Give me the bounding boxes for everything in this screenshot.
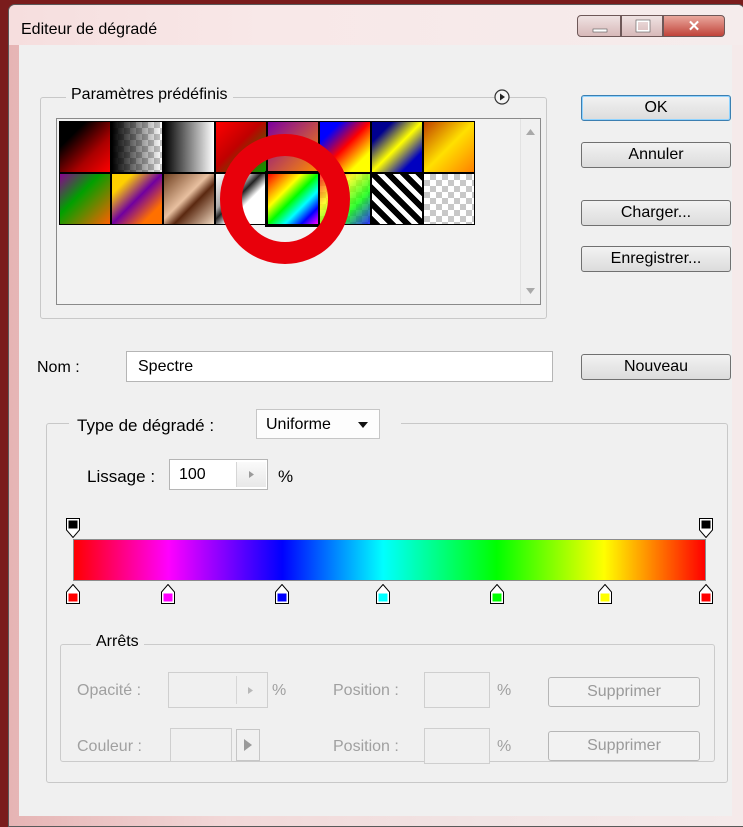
preset-swatch-transparent-rainbow[interactable] bbox=[163, 173, 215, 225]
title-bar[interactable]: Editeur de dégradé ✕ bbox=[9, 5, 743, 45]
color-stop-marker[interactable] bbox=[160, 584, 175, 604]
color-stop-marker[interactable] bbox=[66, 584, 80, 604]
gradient-type-label: Type de dégradé : bbox=[77, 416, 215, 435]
smoothness-slider-button[interactable] bbox=[236, 462, 266, 487]
minimize-icon bbox=[592, 28, 608, 33]
close-icon: ✕ bbox=[687, 18, 701, 35]
stops-legend: Arrêts bbox=[91, 633, 144, 651]
window-title: Editeur de dégradé bbox=[21, 21, 158, 38]
opacity-stop-marker[interactable] bbox=[66, 518, 80, 538]
color-stop-marker[interactable] bbox=[274, 584, 289, 604]
delete-color-stop-button[interactable]: Supprimer bbox=[548, 731, 700, 761]
preset-swatch-blue-yellow-blue[interactable] bbox=[371, 121, 423, 173]
small-arrow-right-icon bbox=[248, 687, 253, 694]
save-button[interactable]: Enregistrer... bbox=[581, 246, 731, 272]
load-button[interactable]: Charger... bbox=[581, 200, 731, 226]
preset-swatch-copper[interactable] bbox=[423, 121, 475, 173]
dialog-body: Paramètres prédéfinis OK Annuler Charger… bbox=[19, 45, 732, 816]
stops-group: Arrêts Opacité : % Position : % Supprime… bbox=[60, 633, 715, 764]
color-stop-marker[interactable] bbox=[490, 584, 505, 604]
gradient-type-row: Type de dégradé : Uniforme bbox=[69, 408, 401, 440]
arrow-right-icon bbox=[244, 739, 252, 751]
name-input-value: Spectre bbox=[138, 358, 194, 375]
gradient-type-value: Uniforme bbox=[266, 416, 331, 433]
presets-list bbox=[56, 118, 541, 305]
opacity-stop-marker[interactable] bbox=[699, 518, 713, 538]
presets-scrollbar[interactable] bbox=[520, 119, 540, 304]
color-stop-marker[interactable] bbox=[597, 584, 612, 604]
opacity-input[interactable] bbox=[168, 672, 268, 708]
chevron-down-icon bbox=[358, 422, 368, 428]
preset-swatch-foreground-to-transparent[interactable] bbox=[111, 121, 163, 173]
maximize-button[interactable] bbox=[621, 15, 663, 37]
preset-swatch-foreground-to-background[interactable] bbox=[59, 121, 111, 173]
gradient-editor-window: Editeur de dégradé ✕ Paramètres prédéfin… bbox=[8, 4, 743, 827]
ok-button[interactable]: OK bbox=[581, 95, 731, 121]
smoothness-input[interactable]: 100 bbox=[169, 459, 268, 490]
color-stop-marker[interactable] bbox=[699, 584, 713, 604]
preset-swatch-chrome[interactable] bbox=[59, 173, 111, 225]
presets-group: Paramètres prédéfinis bbox=[40, 86, 547, 319]
smoothness-unit: % bbox=[278, 467, 294, 486]
gradient-settings-group: Type de dégradé : Uniforme Lissage : 100… bbox=[46, 408, 728, 783]
gradient-type-select[interactable]: Uniforme bbox=[256, 409, 380, 439]
opacity-slider-button[interactable] bbox=[236, 676, 265, 704]
color-position-input[interactable] bbox=[424, 728, 490, 764]
cancel-button[interactable]: Annuler bbox=[581, 142, 731, 168]
preset-swatch-violet-green-orange[interactable] bbox=[371, 173, 423, 225]
minimize-button[interactable] bbox=[577, 15, 621, 37]
gradient-preview-bar[interactable] bbox=[73, 539, 706, 581]
name-label: Nom : bbox=[37, 359, 80, 376]
opacity-position-label: Position : bbox=[333, 682, 399, 699]
presets-legend: Paramètres prédéfinis bbox=[66, 86, 233, 104]
preset-swatch-spectrum[interactable] bbox=[111, 173, 163, 225]
opacity-unit: % bbox=[272, 682, 287, 699]
maximize-icon bbox=[635, 19, 651, 33]
name-input[interactable]: Spectre bbox=[126, 351, 553, 382]
preset-swatch-black-white[interactable] bbox=[163, 121, 215, 173]
opacity-label: Opacité : bbox=[77, 682, 142, 699]
color-picker-button[interactable] bbox=[236, 729, 260, 761]
close-button[interactable]: ✕ bbox=[663, 15, 725, 37]
color-position-label: Position : bbox=[333, 738, 399, 755]
color-stop-swatch[interactable] bbox=[170, 728, 232, 762]
smoothness-label: Lissage : bbox=[87, 467, 156, 486]
color-label: Couleur : bbox=[77, 738, 142, 755]
delete-opacity-stop-button[interactable]: Supprimer bbox=[548, 677, 700, 707]
highlight-circle-annotation bbox=[220, 134, 350, 264]
circle-arrow-right-icon[interactable] bbox=[494, 89, 510, 105]
color-stop-marker[interactable] bbox=[376, 584, 391, 604]
smoothness-value: 100 bbox=[179, 466, 206, 483]
scroll-down-icon[interactable] bbox=[526, 288, 535, 294]
preset-swatch-transparent-checker[interactable] bbox=[423, 173, 475, 225]
scroll-up-icon[interactable] bbox=[526, 129, 535, 135]
new-button[interactable]: Nouveau bbox=[581, 354, 731, 380]
color-position-unit: % bbox=[497, 738, 512, 755]
opacity-position-input[interactable] bbox=[424, 672, 490, 708]
opacity-position-unit: % bbox=[497, 682, 512, 699]
small-arrow-right-icon bbox=[249, 471, 254, 478]
